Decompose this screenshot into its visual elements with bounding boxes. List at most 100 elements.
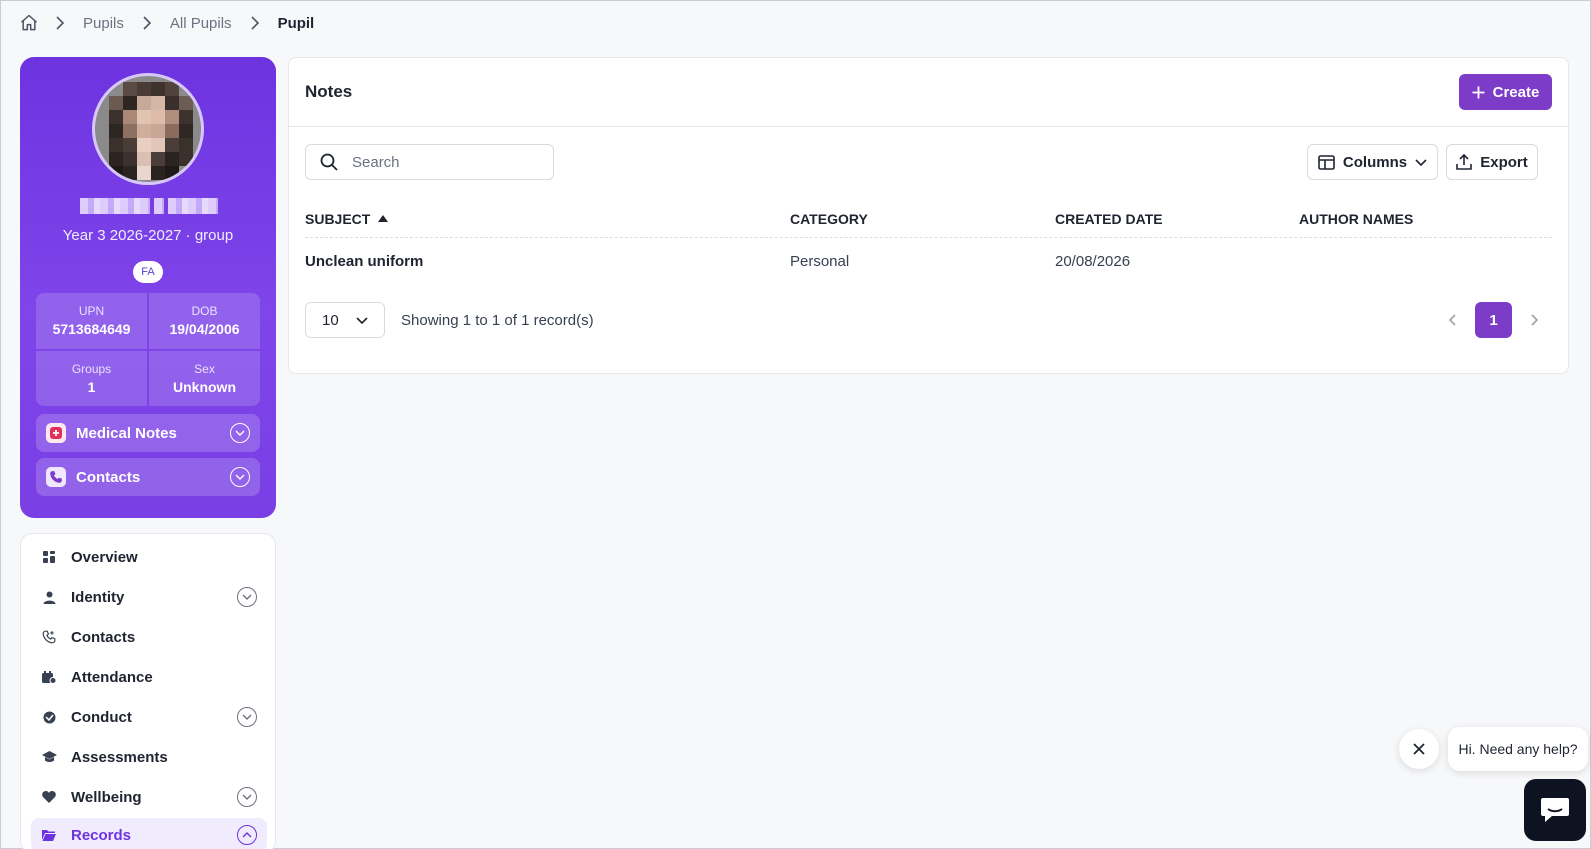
grid-icon (41, 550, 57, 564)
table-row[interactable]: Unclean uniform Personal 20/08/2026 (305, 238, 1552, 284)
accordion-label: Contacts (76, 468, 141, 486)
cell-subject[interactable]: Unclean uniform (305, 253, 790, 270)
stat-value: 19/04/2006 (169, 321, 240, 338)
columns-button[interactable]: Columns (1307, 144, 1438, 180)
create-button[interactable]: Create (1459, 74, 1552, 110)
column-category[interactable]: CATEGORY (790, 211, 1055, 227)
sidebar-item-label: Wellbeing (71, 788, 142, 806)
stat-label: DOB (191, 304, 218, 319)
sidebar-item-label: Attendance (71, 668, 153, 686)
stat-label: Groups (71, 361, 112, 376)
cell-created-date: 20/08/2026 (1055, 252, 1131, 270)
columns-icon (1318, 154, 1335, 170)
cell-category: Personal (790, 252, 850, 270)
chevron-right-icon (55, 16, 65, 30)
medical-icon (46, 423, 66, 443)
column-author-names[interactable]: AUTHOR NAMES (1299, 211, 1552, 227)
folder-icon (41, 829, 57, 841)
notes-table: SUBJECT CATEGORY CREATED DATE AUTHOR NAM… (305, 200, 1552, 284)
search-box (305, 144, 554, 180)
sidebar-item-identity[interactable]: Identity (31, 580, 267, 614)
column-created-date[interactable]: CREATED DATE (1055, 211, 1299, 227)
sort-asc-icon (378, 215, 389, 222)
phone-icon (46, 467, 66, 487)
page-size-value: 10 (322, 311, 339, 329)
notes-toolbar: Columns Export (305, 144, 1552, 180)
chevron-down-icon[interactable] (230, 423, 250, 443)
breadcrumb-current: Pupil (277, 14, 315, 32)
chevron-right-icon (1531, 314, 1538, 326)
plus-icon (1472, 86, 1485, 99)
sidebar-item-attendance[interactable]: Attendance (31, 660, 267, 694)
export-label: Export (1480, 153, 1528, 171)
sidebar-item-assessments[interactable]: Assessments (31, 740, 267, 774)
chevron-down-icon[interactable] (237, 707, 257, 727)
sidebar-item-contacts[interactable]: Contacts (31, 620, 267, 654)
sidebar-item-label: Identity (71, 588, 125, 606)
help-bubble[interactable]: Hi. Need any help? (1448, 727, 1588, 771)
close-icon (1413, 743, 1425, 755)
chevron-right-icon (142, 16, 152, 30)
chat-launcher-button[interactable] (1524, 779, 1586, 841)
stat-groups: Groups 1 (36, 350, 147, 406)
pupil-sidenav: Overview Identity Contacts Attendance Co… (20, 533, 276, 849)
balance-icon (41, 711, 57, 724)
chevron-right-icon (250, 16, 260, 30)
chevron-down-icon (1415, 158, 1427, 166)
table-header: SUBJECT CATEGORY CREATED DATE AUTHOR NAM… (305, 200, 1552, 238)
columns-label: Columns (1342, 153, 1408, 171)
graduation-icon (41, 751, 57, 763)
search-icon (320, 153, 338, 171)
page-button-current[interactable]: 1 (1475, 302, 1512, 338)
accordion-label: Medical Notes (76, 424, 177, 442)
upload-icon (1456, 154, 1473, 170)
breadcrumb-all-pupils[interactable]: All Pupils (168, 15, 234, 32)
pupil-group: Year 3 2026-2027 · group (62, 227, 234, 244)
notes-panel: Notes Create Columns Export (288, 57, 1569, 374)
pupil-profile-card: Year 3 2026-2027 · group FA UPN 57136846… (20, 57, 276, 518)
avatar (92, 73, 204, 185)
stat-label: Sex (194, 361, 215, 376)
chevron-down-icon[interactable] (237, 787, 257, 807)
app-frame: Pupils All Pupils Pupil Year 3 2026-2027… (0, 0, 1591, 849)
export-button[interactable]: Export (1446, 144, 1538, 180)
stat-value: 5713684649 (52, 321, 131, 338)
column-subject[interactable]: SUBJECT (305, 211, 790, 227)
help-close-button[interactable] (1399, 729, 1439, 769)
stat-label: UPN (78, 304, 105, 319)
column-header-label: SUBJECT (305, 210, 371, 227)
records-summary: Showing 1 to 1 of 1 record(s) (401, 311, 594, 329)
heart-icon (41, 791, 57, 803)
phone-icon (41, 630, 57, 644)
search-input[interactable] (352, 153, 532, 171)
status-badge: FA (133, 261, 163, 283)
page-title: Notes (305, 82, 353, 101)
chevron-down-icon (356, 316, 368, 324)
chevron-down-icon[interactable] (230, 467, 250, 487)
chevron-up-icon[interactable] (237, 825, 257, 845)
pupil-name-redacted (76, 195, 222, 217)
stat-dob: DOB 19/04/2006 (149, 293, 260, 349)
contacts-accordion[interactable]: Contacts (36, 458, 260, 496)
sidebar-item-wellbeing[interactable]: Wellbeing (31, 780, 267, 814)
chat-icon (1541, 798, 1569, 822)
next-page-button[interactable] (1516, 302, 1552, 338)
page-size-select[interactable]: 10 (305, 302, 385, 338)
sidebar-item-label: Records (71, 826, 132, 844)
breadcrumb-pupils[interactable]: Pupils (81, 15, 126, 32)
sidebar-item-label: Assessments (71, 748, 168, 766)
home-icon[interactable] (19, 13, 39, 33)
stat-value: Unknown (173, 378, 236, 395)
chevron-left-icon (1449, 314, 1456, 326)
table-footer: 10 Showing 1 to 1 of 1 record(s) 1 (305, 302, 1552, 338)
chevron-down-icon[interactable] (237, 587, 257, 607)
sidebar-item-records[interactable]: Records (31, 818, 267, 849)
prev-page-button[interactable] (1435, 302, 1471, 338)
sidebar-item-conduct[interactable]: Conduct (31, 700, 267, 734)
sidebar-item-label: Conduct (71, 708, 132, 726)
stat-upn: UPN 5713684649 (36, 293, 147, 349)
medical-notes-accordion[interactable]: Medical Notes (36, 414, 260, 452)
calendar-icon (41, 670, 57, 684)
stat-value: 1 (87, 378, 96, 395)
sidebar-item-overview[interactable]: Overview (31, 540, 267, 574)
